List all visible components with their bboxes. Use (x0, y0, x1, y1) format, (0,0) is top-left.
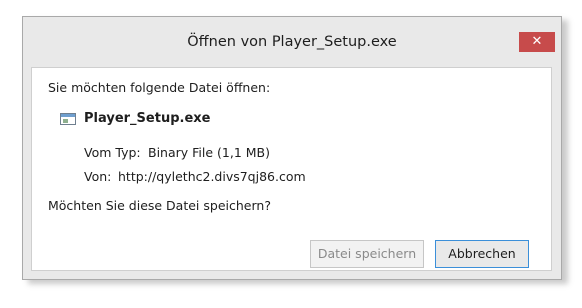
cancel-button[interactable]: Abbrechen (435, 240, 529, 268)
close-button[interactable]: ✕ (519, 32, 555, 52)
file-source-label: Von: (84, 169, 112, 184)
window-title: Öffnen von Player_Setup.exe (187, 34, 397, 50)
file-type-label: Vom Typ: (84, 145, 141, 160)
application-file-icon (60, 113, 76, 125)
save-question: Möchten Sie diese Datei speichern? (48, 198, 271, 213)
close-icon: ✕ (531, 34, 543, 49)
file-source-value: http://qylethc2.divs7qj86.com (118, 169, 306, 184)
file-type-value: Binary File (1,1 MB) (148, 145, 270, 160)
dialog-content: Sie möchten folgende Datei öffnen: Playe… (31, 67, 552, 271)
file-name: Player_Setup.exe (84, 111, 211, 126)
file-icon-titlebar (61, 114, 75, 117)
save-file-button[interactable]: Datei speichern (310, 240, 424, 268)
file-icon-body (63, 119, 68, 123)
title-bar[interactable]: Öffnen von Player_Setup.exe ✕ (23, 17, 561, 61)
open-prompt: Sie möchten folgende Datei öffnen: (48, 80, 271, 95)
download-dialog: Öffnen von Player_Setup.exe ✕ Sie möchte… (22, 16, 562, 280)
screenshot-stage: Öffnen von Player_Setup.exe ✕ Sie möchte… (0, 0, 582, 308)
